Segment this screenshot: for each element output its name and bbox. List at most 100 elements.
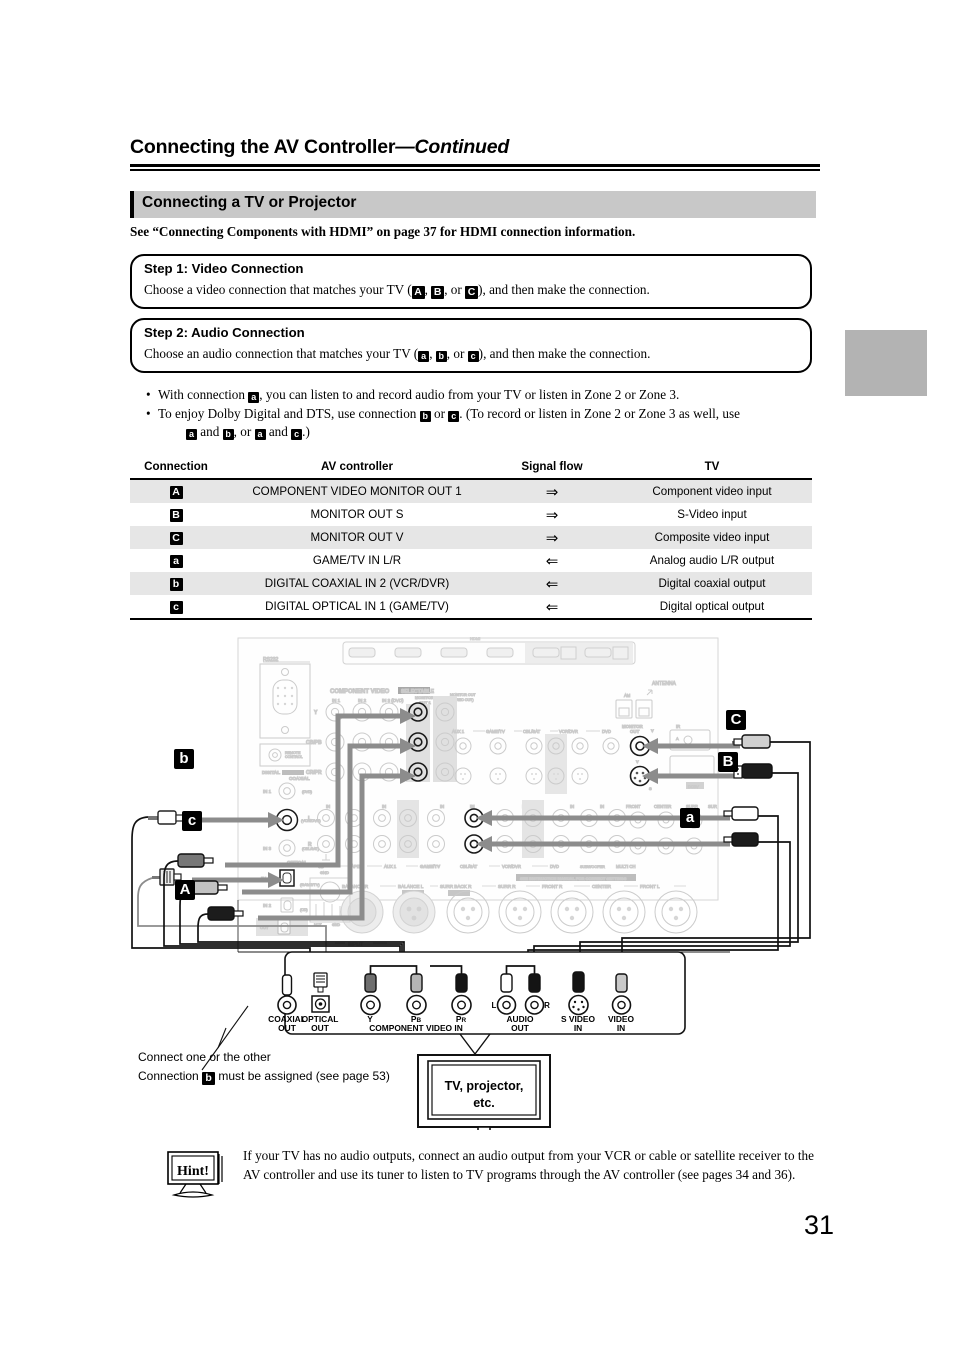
- svg-text:MULTI CH: MULTI CH: [616, 864, 635, 869]
- page-title-continued: —Continued: [395, 136, 510, 158]
- step-2-sep-2: , or: [446, 346, 468, 361]
- svg-text:GND: GND: [320, 870, 329, 875]
- tv-box-line-2: etc.: [473, 1096, 495, 1110]
- svg-text:SURR R: SURR R: [498, 884, 516, 889]
- svg-text:(CD): (CD): [300, 908, 308, 912]
- cell-signal-flow: ⇐: [545, 574, 559, 593]
- cell-av-controller: DIGITAL OPTICAL IN 1 (GAME/TV): [222, 595, 492, 620]
- table-row: c DIGITAL OPTICAL IN 1 (GAME/TV) ⇐ Digital …: [130, 595, 812, 620]
- diagram-marker-a: a: [680, 808, 700, 828]
- svg-text:CONTROL: CONTROL: [285, 755, 303, 759]
- svg-text:AUX 1: AUX 1: [452, 729, 465, 734]
- note-assign: Connection b must be assigned (see page …: [138, 1067, 390, 1086]
- diagram-notes: Connect one or the other Connection b mu…: [138, 1048, 390, 1086]
- cell-av-controller: MONITOR OUT V: [310, 531, 404, 544]
- marker-a: a: [169, 555, 183, 568]
- svg-text:DVD: DVD: [550, 864, 559, 869]
- marker-C: C: [169, 532, 183, 545]
- svg-text:DC5V: DC5V: [688, 784, 699, 789]
- cell-connection-marker: B: [130, 503, 222, 526]
- diagram-marker-A: A: [175, 880, 195, 900]
- marker-C: C: [465, 286, 479, 299]
- bullet-2-t4: .): [302, 424, 310, 439]
- marker-B: B: [431, 286, 445, 299]
- tv-label-audio-2: OUT: [511, 1023, 530, 1033]
- bullet-1-post: , you can listen to and record audio fro…: [259, 387, 680, 402]
- step-1-title: Step 1: Video Connection: [144, 261, 304, 276]
- svg-text:IN 3: IN 3: [263, 846, 272, 851]
- header-rule-thick: [130, 164, 820, 167]
- svg-text:CBL/SAT: CBL/SAT: [460, 864, 478, 869]
- connection-table: Connection AV controller Signal flow TV …: [130, 458, 812, 620]
- plug-b: [148, 810, 185, 825]
- bullet-2-t1: and: [197, 424, 223, 439]
- hint-text: If your TV has no audio outputs, connect…: [243, 1148, 814, 1182]
- cell-connection-marker: c: [130, 595, 222, 620]
- svg-text:IN 2: IN 2: [263, 903, 272, 908]
- page-title: Connecting the AV Controller—Continued: [130, 136, 820, 159]
- hdmi-reference-note: See “Connecting Components with HDMI” on…: [130, 224, 636, 239]
- svg-text:CBL/SAT: CBL/SAT: [523, 729, 541, 734]
- svg-text:ANTENNA: ANTENNA: [652, 681, 677, 687]
- marker-a: a: [254, 429, 266, 440]
- svg-text:IN 3 (DVD): IN 3 (DVD): [382, 698, 404, 703]
- marker-b: b: [169, 578, 183, 591]
- svg-text:SURR BACK R: SURR BACK R: [440, 884, 472, 889]
- step-2-title: Step 2: Audio Connection: [144, 325, 305, 340]
- svg-text:S: S: [649, 786, 652, 791]
- cell-av-controller: MONITOR OUT S: [310, 508, 404, 521]
- step-2-box: Step 2: Audio Connection Choose an audio…: [130, 318, 812, 373]
- step-1-sep-1: ,: [424, 282, 432, 297]
- diagram-marker-C: C: [726, 710, 746, 730]
- svg-text:FRONT: FRONT: [626, 804, 641, 809]
- marker-c: c: [448, 411, 460, 422]
- svg-text:SUR: SUR: [708, 804, 717, 809]
- svg-text:L: L: [308, 816, 311, 822]
- svg-text:IN: IN: [570, 804, 574, 809]
- table-row: A COMPONENT VIDEO MONITOR OUT 1 ⇒ Component…: [130, 479, 812, 503]
- svg-text:IN: IN: [382, 804, 386, 809]
- cell-signal-flow: ⇐: [492, 595, 612, 620]
- bullet-2-t2: , or: [233, 424, 255, 439]
- step-1-text-pre: Choose a video connection that matches y…: [144, 282, 412, 297]
- marker-a: a: [418, 351, 430, 362]
- svg-text:INPUT: INPUT: [348, 942, 363, 948]
- svg-text:COAXIAL: COAXIAL: [289, 776, 310, 781]
- cell-signal-flow: ⇒: [545, 505, 559, 524]
- tv-label-video-2: IN: [617, 1023, 625, 1033]
- table-header-row: Connection AV controller Signal flow TV: [130, 458, 812, 479]
- bullet-2-t3: and: [265, 424, 292, 439]
- marker-c: c: [291, 429, 303, 440]
- plug-A-y: [177, 853, 214, 868]
- svg-text:COMPONENT VIDEO: COMPONENT VIDEO: [330, 689, 390, 695]
- cell-signal-flow: ⇐: [545, 551, 559, 570]
- cell-tv: Composite video input: [654, 531, 770, 544]
- cell-tv: Digital coaxial output: [658, 577, 766, 590]
- svg-text:OUT: OUT: [630, 729, 640, 734]
- chapter-edge-tab: [845, 330, 927, 396]
- svg-text:BALANCE R: BALANCE R: [342, 884, 369, 889]
- step-1-box: Step 1: Video Connection Choose a video …: [130, 254, 812, 309]
- svg-text:HDMI: HDMI: [470, 636, 480, 641]
- section-heading-bar: Connecting a TV or Projector: [130, 191, 816, 218]
- table-row: b DIGITAL COAXIAL IN 2 (VCR/DVR) ⇐ Digital …: [130, 572, 812, 595]
- svg-text:CENTER: CENTER: [654, 804, 671, 809]
- tv-box-line-1: TV, projector,: [444, 1079, 524, 1093]
- svg-text:Hint!: Hint!: [177, 1164, 209, 1179]
- header-rule-thin: [130, 169, 820, 171]
- bullet-2-mid: or: [430, 406, 449, 421]
- tv-connector-panel: COAXIAL OUT OPTICAL OUT Y PB PR COMPONEN…: [268, 951, 686, 1035]
- svg-text:IN: IN: [440, 804, 444, 809]
- svg-text:DIGITAL: DIGITAL: [262, 770, 280, 775]
- table-row: C MONITOR OUT V ⇒ Composite video input: [130, 526, 812, 549]
- svg-text:SUBWOOFER: SUBWOOFER: [580, 865, 605, 869]
- bullet-2-pre: To enjoy Dolby Digital and DTS, use conn…: [158, 406, 420, 421]
- svg-text:IN: IN: [326, 804, 330, 809]
- marker-b: b: [435, 351, 447, 362]
- svg-text:DVD: DVD: [602, 729, 611, 734]
- cell-connection-marker: A: [130, 479, 222, 503]
- cell-av-controller: COMPONENT VIDEO MONITOR OUT 1: [252, 485, 462, 498]
- svg-text:FRONT L: FRONT L: [640, 884, 660, 889]
- table-row: a GAME/TV IN L/R ⇐ Analog audio L/R output: [130, 549, 812, 572]
- tv-label-audio-r: R: [544, 1001, 550, 1010]
